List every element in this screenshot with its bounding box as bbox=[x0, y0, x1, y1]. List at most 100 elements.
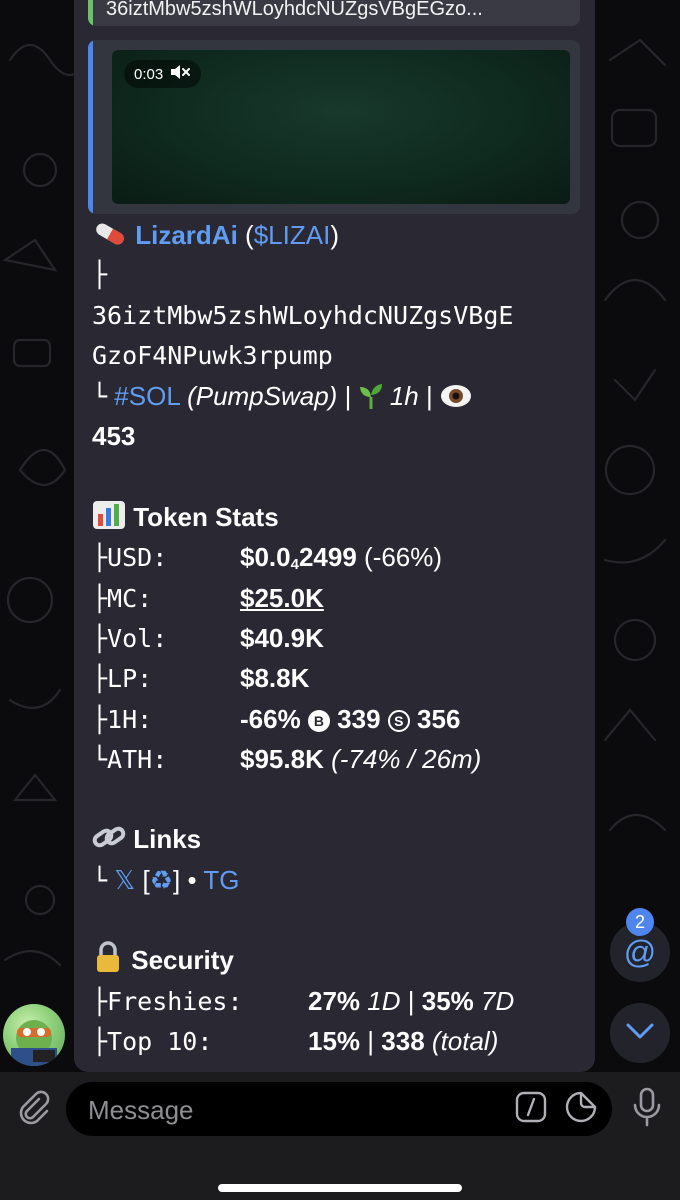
stat-usd: ├USD: $0.042499 (-66%) bbox=[92, 537, 592, 577]
chevron-down-icon bbox=[625, 1022, 655, 1045]
tree-branch: ├ bbox=[92, 260, 108, 290]
top10-separator: | bbox=[367, 1025, 375, 1056]
scroll-down-button[interactable] bbox=[610, 1003, 670, 1063]
sticker-icon bbox=[565, 1091, 597, 1128]
stat-vol-value: $40.9K bbox=[240, 622, 324, 653]
video-preview-block: 0:03 bbox=[88, 40, 580, 214]
price-zero-count: 4 bbox=[290, 556, 299, 574]
top10-total: 338 bbox=[381, 1025, 425, 1056]
links-title: Links bbox=[133, 824, 202, 855]
speaker-muted-icon[interactable] bbox=[169, 64, 191, 84]
price-prefix: $0.0 bbox=[240, 542, 291, 573]
security-freshies: ├Freshies: 27% 1D | 35% 7D bbox=[92, 981, 592, 1021]
sticker-button[interactable] bbox=[564, 1091, 598, 1128]
message-text: LizardAi ($LIZAI) ├ 36iztMbw5zshWLoyhdcN… bbox=[92, 215, 592, 1061]
slash-command-icon bbox=[515, 1091, 547, 1128]
tree-end: └ bbox=[92, 382, 108, 412]
buy-count: 339 bbox=[337, 703, 381, 734]
stat-ath: └ATH: $95.8K (-74% / 26m) bbox=[92, 739, 592, 779]
recycle-link[interactable]: ♻ bbox=[150, 865, 173, 895]
bracket-open: [ bbox=[142, 864, 150, 895]
commands-button[interactable] bbox=[514, 1091, 548, 1128]
stat-lp-value: $8.8K bbox=[240, 663, 310, 694]
security-top10: ├Top 10: 15% | 338 (total) bbox=[92, 1021, 592, 1061]
stat-vol: ├Vol: $40.9K bbox=[92, 618, 592, 658]
links-dot: • bbox=[187, 864, 197, 895]
view-count: 453 bbox=[92, 421, 136, 452]
security-header: Security bbox=[92, 940, 592, 980]
stat-mc-label: ├MC: bbox=[92, 583, 153, 613]
token-name-link[interactable]: LizardAi bbox=[135, 220, 238, 250]
media-accent-bar bbox=[88, 40, 93, 214]
pill-icon bbox=[92, 219, 128, 259]
message-bubble[interactable]: 36iztMbw5zshWLoyhdcNUZgsVBgEGzo... 0:03 bbox=[74, 0, 595, 1072]
stat-1h-value: -66% B 339 S 356 bbox=[240, 699, 460, 739]
bar-chart-icon bbox=[92, 500, 126, 541]
contract-address-line-1[interactable]: 36iztMbw5zshWLoyhdcNUZgsVBgE bbox=[92, 296, 592, 336]
stat-mc-value[interactable]: $25.0K bbox=[240, 578, 324, 618]
token-age: 1h bbox=[389, 381, 419, 412]
home-indicator[interactable] bbox=[218, 1184, 462, 1192]
video-duration-badge[interactable]: 0:03 bbox=[124, 60, 202, 88]
chain-info-line: └ #SOL (PumpSwap) | 1h | bbox=[92, 376, 592, 416]
links-tree: └ bbox=[92, 865, 108, 895]
message-composer bbox=[0, 1072, 680, 1200]
reply-preview[interactable]: 36iztMbw5zshWLoyhdcNUZgsVBgEGzo... bbox=[88, 0, 580, 26]
tg-link[interactable]: TG bbox=[203, 865, 239, 895]
sell-count: 356 bbox=[417, 703, 461, 734]
hour-change: -66% bbox=[240, 703, 301, 734]
voice-button[interactable] bbox=[624, 1086, 670, 1132]
ath-price: $95.8K bbox=[240, 743, 324, 774]
seedling-icon bbox=[359, 380, 383, 420]
separator: | bbox=[344, 381, 352, 412]
x-link[interactable]: 𝕏 bbox=[114, 865, 135, 895]
stat-1h: ├1H: -66% B 339 S 356 bbox=[92, 699, 592, 739]
freshies-1d: 27% bbox=[308, 985, 361, 1016]
link-icon bbox=[92, 822, 126, 863]
top10-value: 15% | 338 (total) bbox=[308, 1021, 498, 1061]
mentions-count-badge: 2 bbox=[626, 908, 654, 936]
lock-icon bbox=[92, 941, 124, 984]
stat-usd-label: ├USD: bbox=[92, 543, 168, 573]
microphone-icon bbox=[630, 1087, 664, 1132]
reply-accent-bar bbox=[88, 0, 93, 26]
token-stats-header: Token Stats bbox=[92, 497, 592, 537]
message-field-container bbox=[66, 1082, 612, 1138]
top10-total-label: (total) bbox=[431, 1025, 499, 1056]
links-line: └ 𝕏 [♻] • TG bbox=[92, 860, 592, 900]
at-icon: @ bbox=[623, 933, 657, 970]
chain-hashtag[interactable]: #SOL bbox=[114, 381, 180, 411]
token-title-line: LizardAi ($LIZAI) bbox=[92, 215, 592, 255]
dex-name: (PumpSwap) bbox=[187, 381, 338, 412]
ticker-link[interactable]: $LIZAI bbox=[254, 220, 331, 250]
sells-icon: S bbox=[387, 709, 410, 732]
contract-address-line-2[interactable]: GzoF4NPuwk3rpump bbox=[92, 336, 592, 376]
attach-button[interactable] bbox=[10, 1086, 56, 1132]
freshies-1d-unit: 1D bbox=[367, 985, 401, 1016]
freshies-7d: 35% bbox=[421, 985, 474, 1016]
stat-ath-label: └ATH: bbox=[92, 744, 168, 774]
sender-avatar[interactable] bbox=[3, 1004, 65, 1066]
price-change: (-66%) bbox=[364, 542, 443, 573]
price-digits: 2499 bbox=[298, 542, 357, 573]
paperclip-icon bbox=[15, 1089, 51, 1130]
stat-lp: ├LP: $8.8K bbox=[92, 658, 592, 698]
links-header: Links bbox=[92, 819, 592, 859]
freshies-label: ├Freshies: bbox=[92, 986, 243, 1016]
buys-icon: B bbox=[307, 709, 330, 732]
stat-vol-label: ├Vol: bbox=[92, 623, 168, 653]
video-thumbnail[interactable]: 0:03 bbox=[112, 50, 570, 204]
bracket-close: ] bbox=[173, 864, 181, 895]
security-title: Security bbox=[131, 945, 234, 976]
reply-preview-text: 36iztMbw5zshWLoyhdcNUZgsVBgEGzo... bbox=[106, 0, 483, 20]
video-duration: 0:03 bbox=[134, 65, 164, 83]
stat-ath-value: $95.8K (-74% / 26m) bbox=[240, 739, 481, 779]
stat-mc: ├MC: $25.0K bbox=[92, 578, 592, 618]
freshies-7d-unit: 7D bbox=[481, 985, 515, 1016]
message-input[interactable] bbox=[86, 1082, 490, 1138]
ticker: ($LIZAI) bbox=[245, 220, 339, 250]
separator-2: | bbox=[425, 381, 433, 412]
freshies-separator: | bbox=[407, 985, 415, 1016]
stat-lp-label: ├LP: bbox=[92, 664, 153, 694]
eye-icon bbox=[440, 380, 472, 420]
